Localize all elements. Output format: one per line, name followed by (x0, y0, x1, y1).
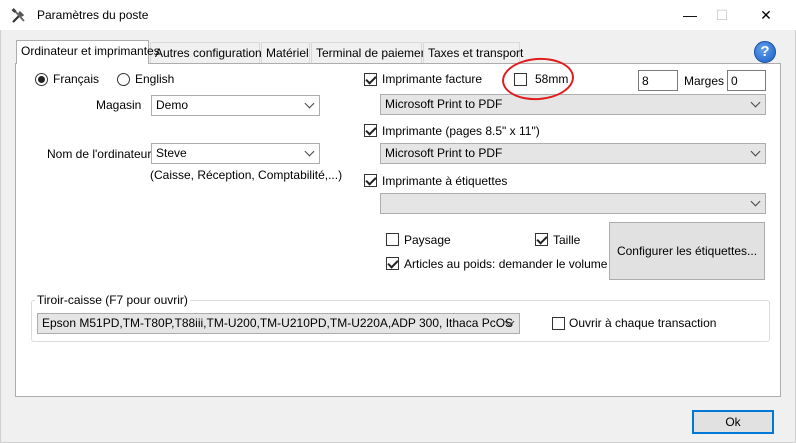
store-label: Magasin (96, 98, 142, 112)
chevron-down-icon (750, 97, 761, 108)
landscape-label: Paysage (404, 233, 451, 247)
invoice-printer-checkbox[interactable] (364, 73, 377, 86)
label-printer-checkbox[interactable] (364, 174, 377, 187)
computer-name-select[interactable]: Steve (151, 143, 320, 164)
size-label: Taille (553, 233, 581, 247)
chevron-down-icon (304, 146, 315, 157)
french-radio[interactable] (35, 73, 48, 86)
landscape-checkbox[interactable] (386, 233, 399, 246)
configure-labels-button[interactable]: Configurer les étiquettes... (609, 222, 765, 280)
maximize-button[interactable]: ☐ (702, 0, 742, 30)
open-each-transaction-label: Ouvrir à chaque transaction (569, 316, 717, 330)
chevron-down-icon (750, 146, 761, 157)
weight-items-label: Articles au poids: demander le volume (404, 257, 608, 271)
tab-materiel[interactable]: Matériel (261, 42, 310, 63)
margins-input[interactable]: 0 (727, 70, 766, 91)
french-label: Français (53, 72, 100, 86)
store-value: Demo (156, 98, 189, 112)
tab-autres-configurations[interactable]: Autres configurations (150, 42, 268, 63)
tab-terminal-paiement[interactable]: Terminal de paiement (311, 42, 431, 63)
printer-width-input[interactable]: 8 (638, 70, 678, 91)
close-icon: ✕ (760, 7, 772, 23)
page-printer-select[interactable]: Microsoft Print to PDF (380, 143, 766, 164)
tools-icon (11, 8, 25, 23)
tab-ordinateur-imprimantes[interactable]: Ordinateur et imprimantes (16, 40, 160, 64)
margins-label: Marges (684, 74, 725, 88)
page-printer-value: Microsoft Print to PDF (385, 146, 503, 160)
chevron-down-icon (304, 98, 315, 109)
cash-drawer-group-title: Tiroir-caisse (F7 pour ouvrir) (35, 293, 190, 307)
invoice-printer-select[interactable]: Microsoft Print to PDF (380, 94, 766, 115)
cash-drawer-select[interactable]: Epson M51PD,TM-T80P,T88iii,TM-U200,TM-U2… (37, 313, 520, 334)
label-printer-select[interactable] (380, 193, 766, 214)
tab-taxes-transport[interactable]: Taxes et transport (423, 42, 523, 63)
label-printer-label: Imprimante à étiquettes (382, 174, 508, 188)
invoice-printer-label: Imprimante facture (382, 72, 483, 86)
open-each-transaction-checkbox[interactable] (552, 317, 565, 330)
english-radio[interactable] (117, 73, 130, 86)
title-bar: Paramètres du poste — ☐ ✕ (0, 0, 796, 30)
close-button[interactable]: ✕ (746, 0, 786, 30)
minimize-icon: — (683, 7, 697, 23)
window-title: Paramètres du poste (37, 8, 149, 22)
store-select[interactable]: Demo (151, 95, 320, 116)
maximize-icon: ☐ (715, 7, 729, 23)
ok-button[interactable]: Ok (692, 410, 774, 434)
computer-name-hint: (Caisse, Réception, Comptabilité,...) (150, 168, 343, 182)
help-icon[interactable]: ? (754, 41, 776, 63)
invoice-printer-value: Microsoft Print to PDF (385, 97, 503, 111)
page-printer-label: Imprimante (pages 8.5" x 11") (382, 124, 540, 138)
page-printer-checkbox[interactable] (364, 124, 377, 137)
computer-name-label: Nom de l'ordinateur (47, 147, 152, 161)
size-checkbox[interactable] (535, 233, 548, 246)
chevron-down-icon (750, 196, 761, 207)
weight-items-checkbox[interactable] (386, 257, 399, 270)
cash-drawer-value: Epson M51PD,TM-T80P,T88iii,TM-U200,TM-U2… (42, 316, 514, 330)
english-label: English (135, 72, 175, 86)
computer-name-value: Steve (156, 146, 187, 160)
